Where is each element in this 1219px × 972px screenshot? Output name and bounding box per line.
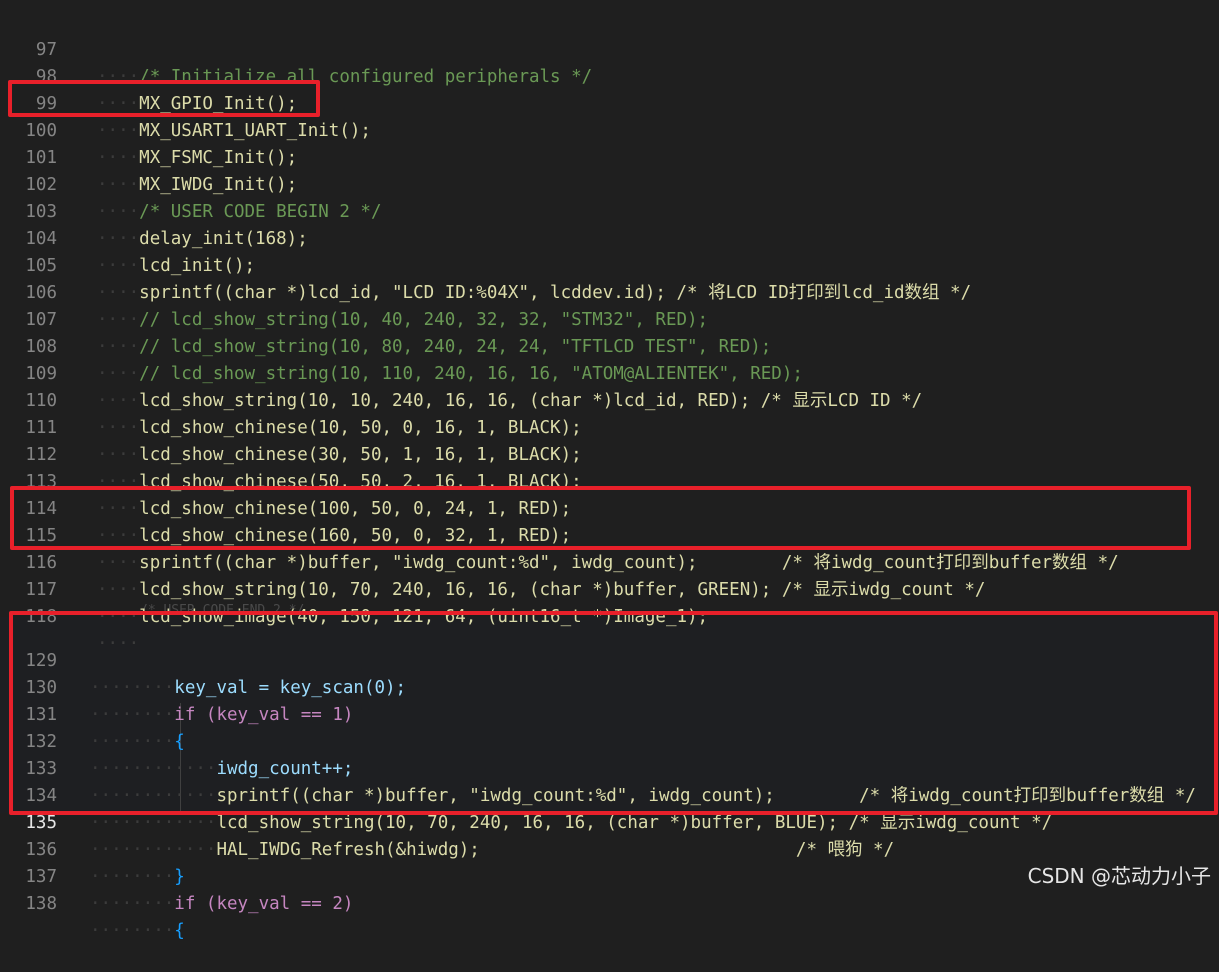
code-line[interactable]: 118 ···· — [0, 577, 1219, 654]
code-line[interactable]: 109 ····lcd_show_string(10, 10, 240, 16,… — [0, 334, 1219, 411]
code-line[interactable]: 117 ····lcd_show_image(40, 150, 121, 64,… — [0, 550, 1219, 627]
code-line[interactable]: 103 ····delay_init(168); — [0, 172, 1219, 249]
code-line[interactable]: 97 ····/* Initialize all configured peri… — [0, 10, 1219, 87]
watermark: CSDN @芯动力小子 — [1027, 864, 1211, 888]
code-line[interactable]: 102 ····/* USER CODE BEGIN 2 */ — [0, 145, 1219, 222]
code-line[interactable]: 107 ····// lcd_show_string(10, 80, 240, … — [0, 280, 1219, 357]
highlight-box-fsmc — [8, 80, 320, 117]
code-line[interactable]: 104 ····lcd_init(); — [0, 199, 1219, 276]
line-number: 138 — [25, 894, 57, 914]
highlight-box-init-print — [10, 486, 1191, 550]
code-line[interactable]: 106 ····// lcd_show_string(10, 40, 240, … — [0, 253, 1219, 330]
code-line[interactable]: 98 ····MX_GPIO_Init(); — [0, 37, 1219, 114]
code-text: ········{ — [90, 921, 185, 941]
code-line[interactable]: 111 ····lcd_show_chinese(30, 50, 1, 16, … — [0, 388, 1219, 465]
code-editor[interactable]: /* USER CODE END 2 */ 97 ····/* Initiali… — [0, 0, 1219, 941]
highlight-box-key-handler — [9, 611, 1218, 815]
code-line[interactable]: 113 ····lcd_show_chinese(100, 50, 0, 24,… — [0, 442, 1219, 519]
code-line[interactable]: 108 ····// lcd_show_string(10, 110, 240,… — [0, 307, 1219, 384]
code-line[interactable]: 105 ····sprintf((char *)lcd_id, "LCD ID:… — [0, 226, 1219, 303]
code-line[interactable]: 101 ····MX_IWDG_Init(); — [0, 118, 1219, 195]
code-text: ········if (key_val == 2) — [90, 894, 354, 914]
code-line[interactable]: 110 ····lcd_show_chinese(10, 50, 0, 16, … — [0, 361, 1219, 438]
code-line[interactable]: 112 ····lcd_show_chinese(50, 50, 2, 16, … — [0, 415, 1219, 492]
